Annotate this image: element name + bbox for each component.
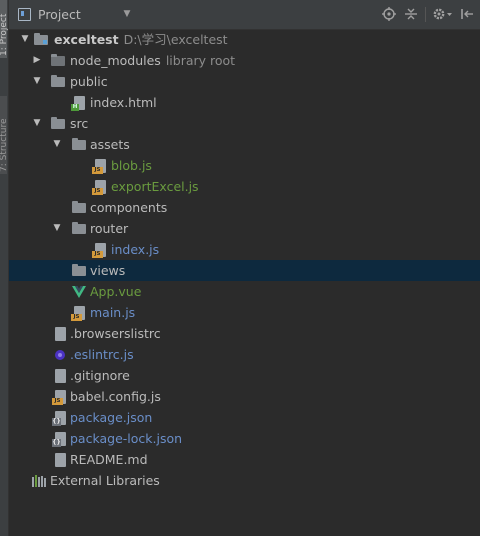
tree-node-label: assets (90, 137, 130, 152)
expanded-arrow-icon[interactable]: ▼ (19, 29, 31, 50)
header-divider (425, 7, 426, 22)
library-folder-icon (51, 54, 65, 66)
tree-node-label: .eslintrc.js (70, 347, 134, 362)
tree-node-label: views (90, 263, 126, 278)
external-libraries-icon (32, 475, 46, 487)
tree-node-label: App.vue (90, 284, 142, 299)
tree-node-eslintrc-js[interactable]: .eslintrc.js (9, 344, 480, 365)
tree-node-package-json[interactable]: {} package.json (9, 407, 480, 428)
tree-node-label: exportExcel.js (111, 179, 199, 194)
eslint-file-icon (54, 348, 65, 362)
tree-node-label: components (90, 200, 168, 215)
tree-node-label: index.js (111, 242, 160, 257)
tree-node-label: index.html (90, 95, 157, 110)
tree-node-label: public (70, 74, 108, 89)
module-folder-icon (34, 33, 48, 45)
tree-node-index-html[interactable]: H index.html (9, 92, 480, 113)
tree-node-exceltest[interactable]: ▼ exceltest D:\学习\exceltest (9, 29, 480, 50)
tree-node-external-libraries[interactable]: External Libraries (9, 470, 480, 491)
tree-node-readme-md[interactable]: README.md (9, 449, 480, 470)
tree-node-label: package.json (70, 410, 153, 425)
text-file-icon (55, 327, 66, 341)
tree-node-babel-config-js[interactable]: JS babel.config.js (9, 386, 480, 407)
tree-node-package-lock-json[interactable]: {} package-lock.json (9, 428, 480, 449)
collapsed-arrow-icon[interactable]: ▶ (31, 50, 43, 71)
tree-node-assets[interactable]: ▼ assets (9, 134, 480, 155)
module-path: D:\学习\exceltest (123, 32, 228, 47)
tool-window-strip: 1: Project 7: Structure (0, 0, 9, 536)
tree-node-label: node_modules library root (70, 53, 236, 68)
structure-tool-tab-label[interactable]: 7: Structure (0, 98, 8, 173)
tree-node-label: src (70, 116, 89, 131)
tree-node-label: blob.js (111, 158, 152, 173)
tree-node-gitignore[interactable]: .gitignore (9, 365, 480, 386)
tree-node-node-modules[interactable]: ▶ node_modules library root (9, 50, 480, 71)
locate-icon[interactable] (381, 5, 397, 24)
folder-icon (72, 138, 86, 150)
tree-node-public[interactable]: ▼ public (9, 71, 480, 92)
expanded-arrow-icon[interactable]: ▼ (51, 218, 63, 239)
tree-node-browserslistrc[interactable]: .browserslistrc (9, 323, 480, 344)
tree-node-exportexcel-js[interactable]: JS exportExcel.js (9, 176, 480, 197)
tree-node-label: README.md (70, 452, 148, 467)
json-file-icon: {} (52, 432, 66, 447)
project-panel-header: Project ▼ (9, 0, 480, 30)
tree-node-label: exceltest D:\学习\exceltest (54, 32, 228, 47)
project-view-icon (18, 8, 31, 21)
settings-icon[interactable] (431, 5, 455, 24)
tree-node-src[interactable]: ▼ src (9, 113, 480, 134)
html-file-icon: H (71, 96, 85, 111)
caret-down-icon[interactable]: ▼ (121, 9, 133, 19)
hide-icon[interactable] (459, 5, 475, 24)
folder-icon (72, 201, 86, 213)
javascript-file-icon: JS (92, 243, 106, 258)
tree-node-blob-js[interactable]: JS blob.js (9, 155, 480, 176)
expanded-arrow-icon[interactable]: ▼ (31, 113, 43, 134)
tree-node-views[interactable]: views (9, 260, 480, 281)
folder-icon (51, 117, 65, 129)
javascript-file-icon: JS (92, 180, 106, 195)
tree-node-label: .gitignore (70, 368, 130, 383)
tree-node-router[interactable]: ▼ router (9, 218, 480, 239)
tree-node-main-js[interactable]: JS main.js (9, 302, 480, 323)
tree-node-components[interactable]: components (9, 197, 480, 218)
tree-node-router-index-js[interactable]: JS index.js (9, 239, 480, 260)
json-file-icon: {} (52, 411, 66, 426)
library-root-hint: library root (165, 53, 236, 68)
tree-node-label: router (90, 221, 129, 236)
tree-node-label: package-lock.json (70, 431, 183, 446)
text-file-icon (55, 369, 66, 383)
project-tool-tab-label[interactable]: 1: Project (0, 4, 8, 56)
project-tree: ▼ exceltest D:\学习\exceltest ▶ node_module… (9, 29, 480, 491)
tree-node-label: .browserslistrc (70, 326, 161, 341)
javascript-file-icon: JS (92, 159, 106, 174)
folder-icon (51, 75, 65, 87)
markdown-file-icon (55, 453, 66, 467)
tree-node-app-vue[interactable]: App.vue (9, 281, 480, 302)
folder-icon (72, 264, 86, 276)
tree-node-label: External Libraries (50, 473, 160, 488)
expanded-arrow-icon[interactable]: ▼ (31, 71, 43, 92)
expanded-arrow-icon[interactable]: ▼ (51, 134, 63, 155)
tree-node-label: babel.config.js (70, 389, 161, 404)
javascript-file-icon: JS (52, 390, 66, 405)
folder-icon (72, 222, 86, 234)
project-view-title[interactable]: Project (38, 7, 81, 22)
javascript-file-icon: JS (71, 306, 85, 321)
collapse-icon[interactable] (403, 5, 419, 24)
vue-file-icon (72, 286, 86, 298)
tree-node-label: main.js (90, 305, 136, 320)
